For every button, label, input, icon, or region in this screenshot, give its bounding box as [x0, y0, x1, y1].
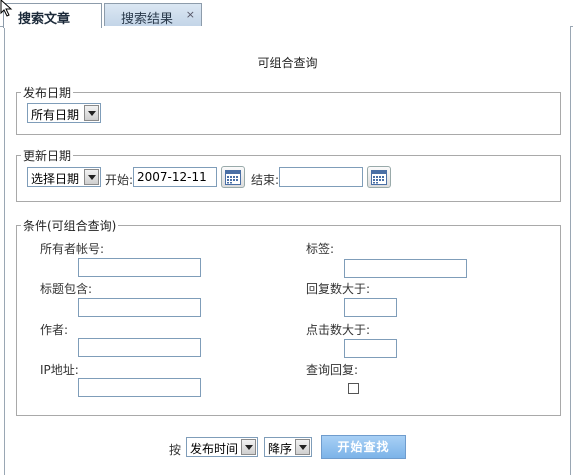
dropdown-arrow-icon	[84, 169, 99, 185]
title-contains-label: 标题包含:	[40, 282, 93, 296]
calendar-icon	[371, 170, 387, 185]
page-title: 可组合查询	[257, 56, 318, 70]
owner-account-label: 所有者帐号:	[40, 242, 105, 256]
end-date-input[interactable]	[279, 167, 363, 187]
publish-date-select-value: 所有日期	[31, 108, 80, 122]
replies-gt-label: 回复数大于:	[306, 282, 371, 296]
start-date-label: 开始:	[105, 173, 134, 187]
close-icon[interactable]: ×	[186, 9, 195, 20]
tab-search-results-label: 搜索结果	[121, 12, 174, 27]
sort-prefix-label: 按	[169, 443, 182, 457]
update-date-select-value: 选择日期	[31, 172, 80, 186]
dropdown-arrow-icon	[241, 439, 256, 455]
clicks-gt-input[interactable]	[344, 339, 397, 358]
tab-search-articles[interactable]: 搜索文章	[3, 3, 102, 28]
sort-order-value: 降序	[268, 442, 293, 456]
dropdown-arrow-icon	[84, 105, 99, 121]
ip-address-label: IP地址:	[40, 363, 79, 377]
conditions-legend: 条件(可组合查询)	[23, 219, 117, 233]
start-date-input[interactable]: 2007-12-11	[133, 167, 217, 187]
tags-label: 标签:	[306, 242, 335, 256]
sort-field-select[interactable]: 发布时间	[186, 437, 258, 457]
tab-search-articles-label: 搜索文章	[18, 12, 71, 27]
end-date-label: 结束:	[251, 173, 280, 187]
tab-bar: 搜索文章 搜索结果 ×	[0, 0, 573, 28]
update-date-legend: 更新日期	[23, 149, 72, 163]
update-date-select[interactable]: 选择日期	[27, 167, 101, 187]
sort-field-value: 发布时间	[190, 442, 239, 456]
tags-input[interactable]	[344, 259, 467, 278]
author-input[interactable]	[78, 338, 201, 357]
title-contains-input[interactable]	[78, 298, 201, 317]
cursor-arrow-icon	[0, 0, 13, 17]
publish-date-legend: 发布日期	[23, 86, 72, 100]
search-panel: 可组合查询 发布日期 所有日期 更新日期 选择日期 开始: 2007-12-11…	[4, 26, 571, 475]
query-replies-label: 查询回复:	[306, 363, 359, 377]
clicks-gt-label: 点击数大于:	[306, 323, 371, 337]
owner-account-input[interactable]	[78, 258, 201, 277]
replies-gt-input[interactable]	[344, 298, 397, 317]
start-date-calendar-button[interactable]	[221, 166, 245, 188]
tab-search-results[interactable]: 搜索结果 ×	[104, 3, 202, 27]
calendar-icon	[225, 170, 241, 185]
dropdown-arrow-icon	[295, 439, 310, 455]
author-label: 作者:	[40, 323, 69, 337]
query-replies-checkbox[interactable]	[348, 383, 359, 394]
ip-address-input[interactable]	[78, 378, 201, 397]
end-date-calendar-button[interactable]	[367, 166, 391, 188]
publish-date-select[interactable]: 所有日期	[27, 103, 101, 123]
search-submit-button[interactable]: 开始查找	[321, 435, 406, 459]
sort-order-select[interactable]: 降序	[264, 437, 312, 457]
